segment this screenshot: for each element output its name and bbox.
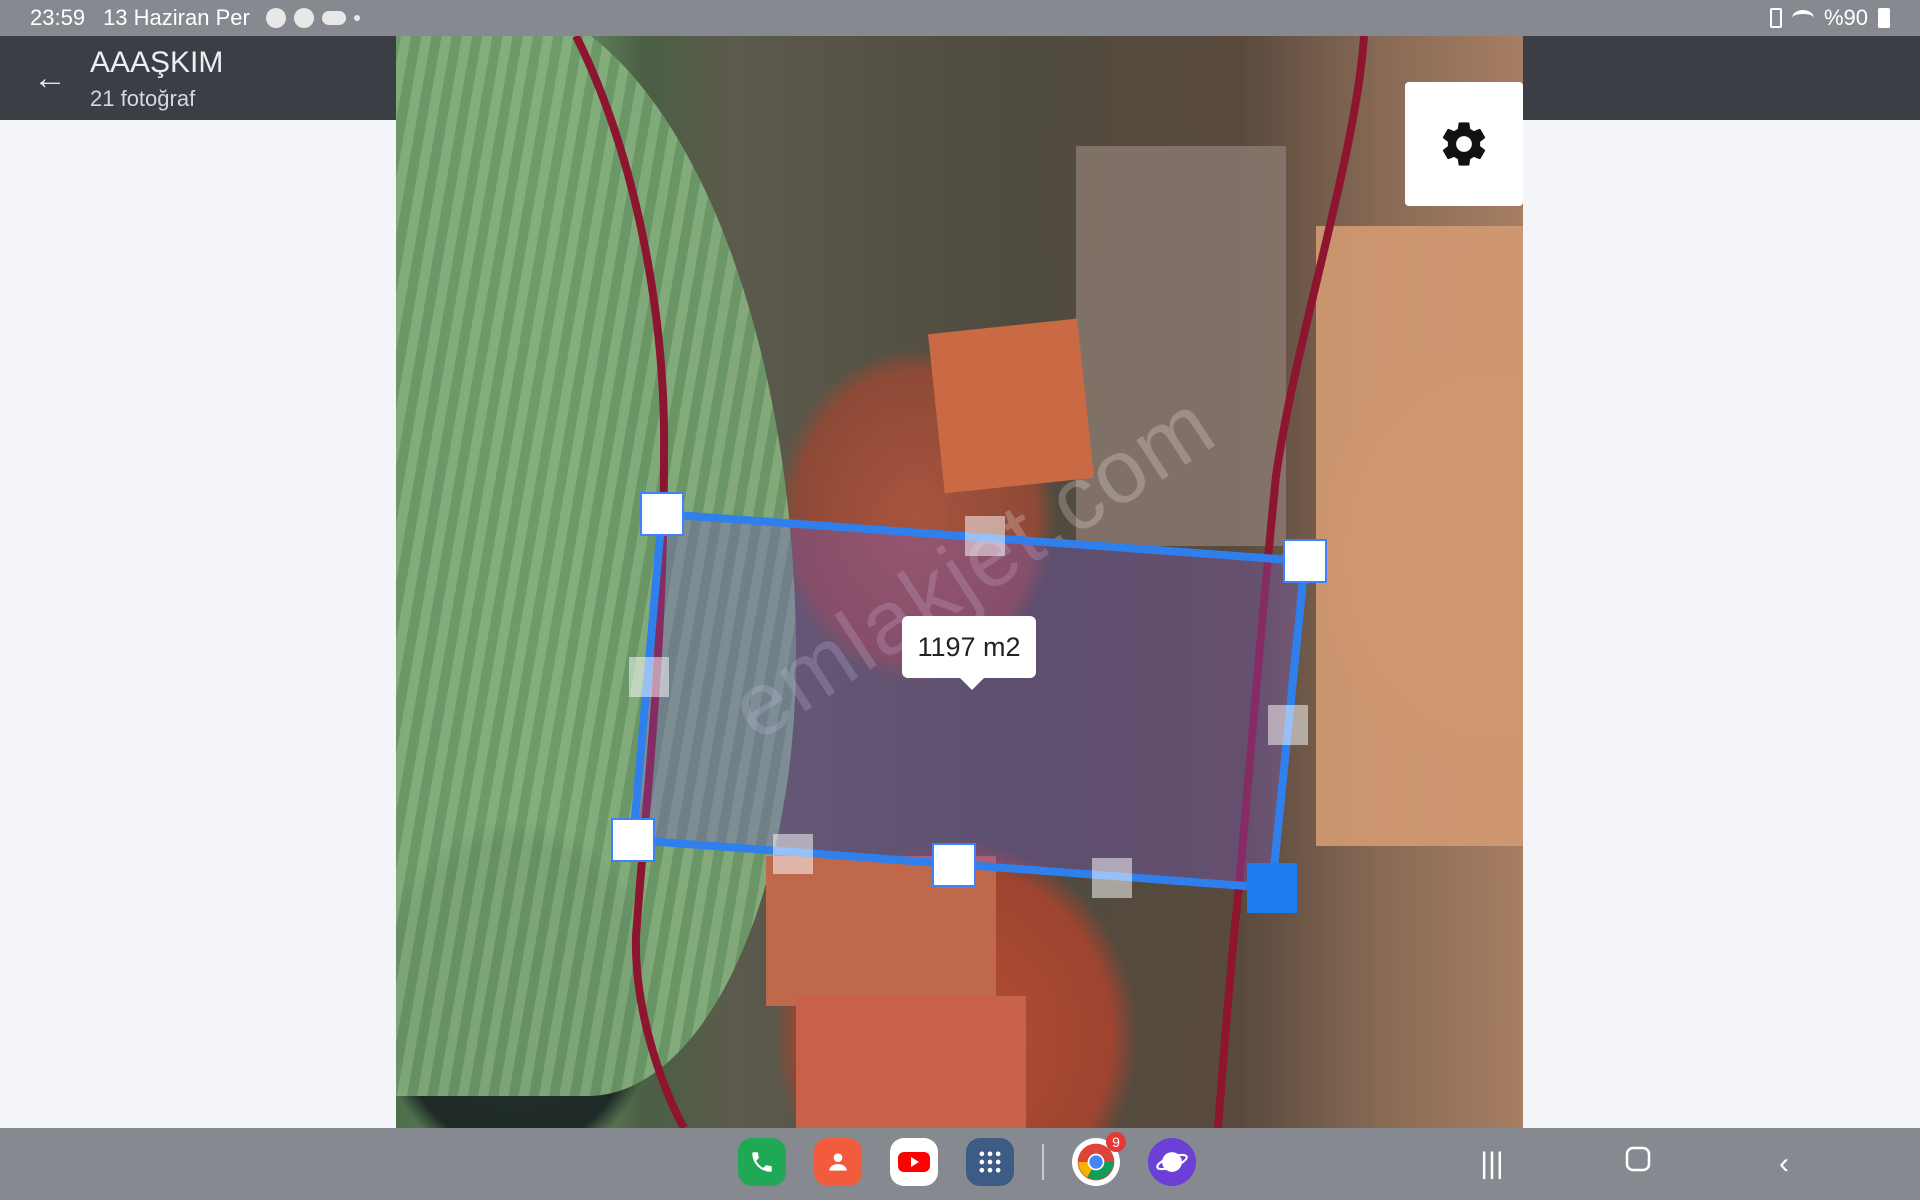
- home-icon[interactable]: [1618, 1144, 1658, 1184]
- midpoint-handle-top[interactable]: [965, 516, 1005, 556]
- chrome-notification-icon: [265, 8, 286, 28]
- chrome-notification-icon: [293, 8, 314, 28]
- date: 13 Haziran Per: [103, 5, 250, 30]
- clock: 23:59: [30, 5, 86, 30]
- chrome-app-icon[interactable]: 9: [1072, 1132, 1126, 1186]
- youtube-icon: [898, 1152, 930, 1172]
- battery-percent: %90: [1823, 5, 1868, 30]
- person-icon: [829, 1153, 847, 1171]
- notification-icons: [265, 8, 360, 28]
- app-drawer-icon[interactable]: [966, 1138, 1014, 1186]
- area-label: 1197 m2: [902, 616, 1036, 690]
- more-notifications-icon: [353, 15, 360, 21]
- youtube-app-icon[interactable]: [890, 1138, 938, 1186]
- vertex-handle-bottom-middle[interactable]: [932, 843, 976, 887]
- phone-app-icon[interactable]: [738, 1138, 786, 1186]
- vertex-handle-bottom-right-selected[interactable]: [1247, 863, 1297, 913]
- internet-app-icon[interactable]: [1148, 1138, 1196, 1186]
- vertex-handle-bottom-left[interactable]: [611, 818, 655, 862]
- back-arrow-icon[interactable]: ←: [30, 58, 70, 98]
- midpoint-handle-right[interactable]: [1268, 705, 1308, 745]
- grid-icon: [979, 1151, 1001, 1173]
- notification-badge: 9: [1106, 1132, 1126, 1152]
- vertex-handle-top-right[interactable]: [1283, 539, 1327, 583]
- planet-icon: [1156, 1152, 1188, 1172]
- satellite-map-image[interactable]: emlakjet.com: [396, 36, 1523, 1128]
- cloud-icon: [321, 11, 346, 25]
- contacts-app-icon[interactable]: [814, 1138, 862, 1186]
- vertex-handle-top-left[interactable]: [640, 492, 684, 536]
- phone-icon: [752, 1152, 772, 1172]
- album-title: AAAŞKIM: [90, 46, 224, 79]
- battery-icon: [1878, 8, 1890, 28]
- dock-divider: [1042, 1144, 1044, 1180]
- back-icon[interactable]: ‹: [1764, 1144, 1804, 1184]
- settings-button[interactable]: [1405, 82, 1523, 206]
- status-bar: 23:59 13 Haziran Per %90: [0, 0, 1920, 36]
- midpoint-handle-left[interactable]: [629, 657, 669, 697]
- recents-icon[interactable]: |||: [1472, 1144, 1512, 1184]
- navigation-bar: 9 ||| ‹: [0, 1128, 1920, 1200]
- app-dock: 9: [738, 1132, 1196, 1186]
- wifi-icon: [1791, 10, 1814, 26]
- photo-count: 21 fotoğraf: [90, 86, 196, 111]
- system-icons: %90: [1769, 0, 1890, 36]
- battery-saver-icon: [1769, 8, 1782, 28]
- gear-icon: [1442, 122, 1486, 166]
- midpoint-handle-bottom-right[interactable]: [1092, 858, 1132, 898]
- midpoint-handle-bottom-left[interactable]: [773, 834, 813, 874]
